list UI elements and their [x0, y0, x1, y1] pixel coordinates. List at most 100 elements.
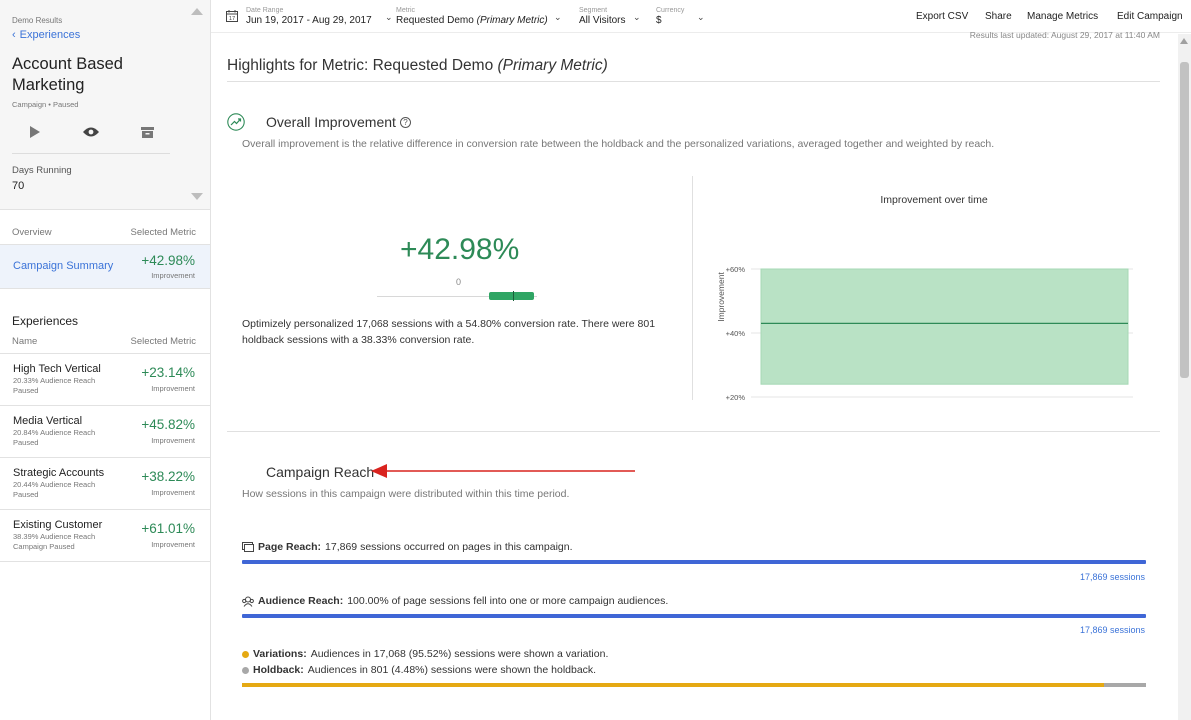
- experience-improvement: +23.14%: [141, 365, 195, 380]
- experience-status: Paused: [13, 490, 39, 499]
- main-scrollbar[interactable]: [1178, 34, 1191, 720]
- overall-summary-text: Optimizely personalized 17,068 sessions …: [242, 318, 656, 346]
- experience-improvement-label: Improvement: [151, 488, 195, 497]
- holdback-dot-icon: [242, 666, 249, 674]
- y-tick-label: +20%: [726, 393, 746, 402]
- experience-item-media-vertical[interactable]: Media Vertical 20.84% Audience Reach Pau…: [0, 406, 210, 458]
- experience-name: Existing Customer: [13, 519, 103, 531]
- page-title-text: Highlights for Metric: Requested Demo: [227, 57, 498, 74]
- experiences-title: Experiences: [12, 314, 79, 328]
- metric-select[interactable]: Metric Requested Demo (Primary Metric) ⌄: [396, 7, 562, 27]
- y-tick-label: +40%: [726, 329, 746, 338]
- campaign-summary-value: +42.98%: [141, 253, 195, 268]
- svg-text:17: 17: [229, 16, 235, 22]
- help-icon[interactable]: ?: [399, 116, 411, 128]
- campaign-summary-sub: Improvement: [151, 271, 195, 280]
- date-range-value: Jun 19, 2017 - Aug 29, 2017: [246, 15, 372, 26]
- experiences-header: Name Selected Metric: [12, 336, 196, 347]
- scroll-down-icon[interactable]: [191, 193, 203, 200]
- segment-select[interactable]: Segment All Visitors ⌄: [579, 7, 641, 27]
- export-csv-button[interactable]: Export CSV: [916, 11, 968, 22]
- experience-status: Paused: [13, 386, 39, 395]
- scrollbar-thumb[interactable]: [1180, 62, 1189, 378]
- improvement-range-bar: [489, 292, 534, 300]
- y-tick-label: +60%: [726, 265, 746, 274]
- experience-reach: 38.39% Audience Reach: [13, 532, 96, 541]
- experience-improvement-label: Improvement: [151, 436, 195, 445]
- selected-metric-label: Selected Metric: [130, 227, 196, 238]
- holdback-row: Holdback: Audiences in 801 (4.48%) sessi…: [242, 664, 596, 676]
- chevron-down-icon: ⌄: [554, 12, 562, 22]
- variations-row: Variations: Audiences in 17,068 (95.52%)…: [242, 648, 608, 660]
- scroll-up-icon[interactable]: [1180, 38, 1188, 44]
- experience-reach: 20.33% Audience Reach: [13, 376, 96, 385]
- chevron-left-icon: ‹: [12, 29, 16, 41]
- audience-reach-row: Audience Reach: 100.00% of page sessions…: [242, 595, 668, 607]
- currency-value: $: [656, 15, 662, 26]
- experience-reach: 20.44% Audience Reach: [13, 480, 96, 489]
- experience-item-existing-customer[interactable]: Existing Customer 38.39% Audience Reach …: [0, 510, 210, 562]
- audience-reach-text: 100.00% of page sessions fell into one o…: [347, 595, 669, 607]
- chart-title: Improvement over time: [880, 194, 988, 206]
- overall-improvement-title: Overall Improvement ?: [266, 114, 411, 130]
- page-icon: [242, 542, 254, 552]
- experience-item-strategic-accounts[interactable]: Strategic Accounts 20.44% Audience Reach…: [0, 458, 210, 510]
- campaign-summary-item[interactable]: Campaign Summary +42.98% Improvement: [0, 244, 210, 289]
- chart-layer: +20%+40%+60%19. Jun3. Jul17. Jul31. Jul1…: [726, 265, 1136, 404]
- currency-select[interactable]: Currency $ ⌄: [656, 7, 705, 27]
- archive-icon[interactable]: [139, 124, 155, 140]
- confidence-band: [760, 268, 1129, 385]
- currency-caption: Currency: [656, 7, 685, 14]
- sidebar-eyebrow: Demo Results: [12, 16, 63, 25]
- date-range-select[interactable]: Date Range Jun 19, 2017 - Aug 29, 2017 ⌄: [246, 7, 393, 27]
- chevron-down-icon: ⌄: [697, 12, 705, 22]
- holdback-label: Holdback:: [253, 664, 304, 676]
- page-reach-sessions-link[interactable]: 17,869 sessions: [1080, 572, 1145, 582]
- experience-item-high-tech-vertical[interactable]: High Tech Vertical 20.33% Audience Reach…: [0, 354, 210, 406]
- y-axis-label: Improvement: [716, 272, 726, 322]
- top-toolbar: 17 Date Range Jun 19, 2017 - Aug 29, 201…: [211, 0, 1191, 33]
- campaign-summary-label: Campaign Summary: [13, 260, 114, 272]
- experience-improvement-label: Improvement: [151, 540, 195, 549]
- campaign-actions: [12, 124, 170, 154]
- experience-name: Media Vertical: [13, 415, 83, 427]
- overall-improvement-title-text: Overall Improvement: [266, 114, 396, 130]
- page-reach-row: Page Reach: 17,869 sessions occurred on …: [242, 541, 573, 553]
- days-running-value: 70: [12, 180, 25, 192]
- date-range-caption: Date Range: [246, 7, 284, 14]
- manage-metrics-button[interactable]: Manage Metrics: [1027, 11, 1098, 22]
- page-reach-label: Page Reach:: [258, 541, 322, 553]
- metric-value: Requested Demo (Primary Metric): [396, 15, 548, 27]
- audience-reach-label: Audience Reach:: [258, 595, 344, 607]
- experience-reach: 20.84% Audience Reach: [13, 428, 96, 437]
- campaign-reach-title: Campaign Reach: [266, 464, 375, 480]
- results-main: Results last updated: August 29, 2017 at…: [211, 30, 1191, 720]
- days-running-label: Days Running: [12, 165, 72, 176]
- back-link[interactable]: ‹ Experiences: [12, 29, 80, 41]
- improvement-chart: Improvement over time Improvement +20% +4…: [716, 194, 1136, 404]
- segment-value: All Visitors: [579, 15, 626, 26]
- variations-text: Audiences in 17,068 (95.52%) sessions we…: [310, 648, 609, 660]
- experience-improvement: +38.22%: [141, 469, 195, 484]
- audience-reach-sessions-link[interactable]: 17,869 sessions: [1080, 625, 1145, 635]
- segment-caption: Segment: [579, 7, 608, 14]
- experience-improvement-label: Improvement: [151, 384, 195, 393]
- play-icon[interactable]: [26, 124, 42, 140]
- variations-bar: [242, 683, 1104, 687]
- scroll-up-icon[interactable]: [191, 8, 203, 15]
- edit-campaign-button[interactable]: Edit Campaign: [1117, 11, 1183, 22]
- share-button[interactable]: Share: [985, 11, 1012, 22]
- overview-label: Overview: [12, 227, 52, 238]
- x-tick-label: 14. Aug: [1035, 403, 1062, 404]
- eye-icon[interactable]: [82, 124, 99, 140]
- overall-improvement-description: Overall improvement is the relative diff…: [242, 138, 995, 150]
- page-title-suffix: (Primary Metric): [497, 57, 608, 74]
- x-tick-label: 19. Jun: [742, 403, 768, 404]
- overall-improvement-value: +42.98%: [400, 233, 520, 266]
- experience-improvement: +45.82%: [141, 417, 195, 432]
- back-link-label: Experiences: [19, 29, 81, 41]
- audience-icon: [242, 596, 254, 607]
- metric-caption: Metric: [396, 7, 416, 14]
- overview-header: Overview Selected Metric: [12, 227, 196, 238]
- page-reach-text: 17,869 sessions occurred on pages in thi…: [325, 541, 573, 553]
